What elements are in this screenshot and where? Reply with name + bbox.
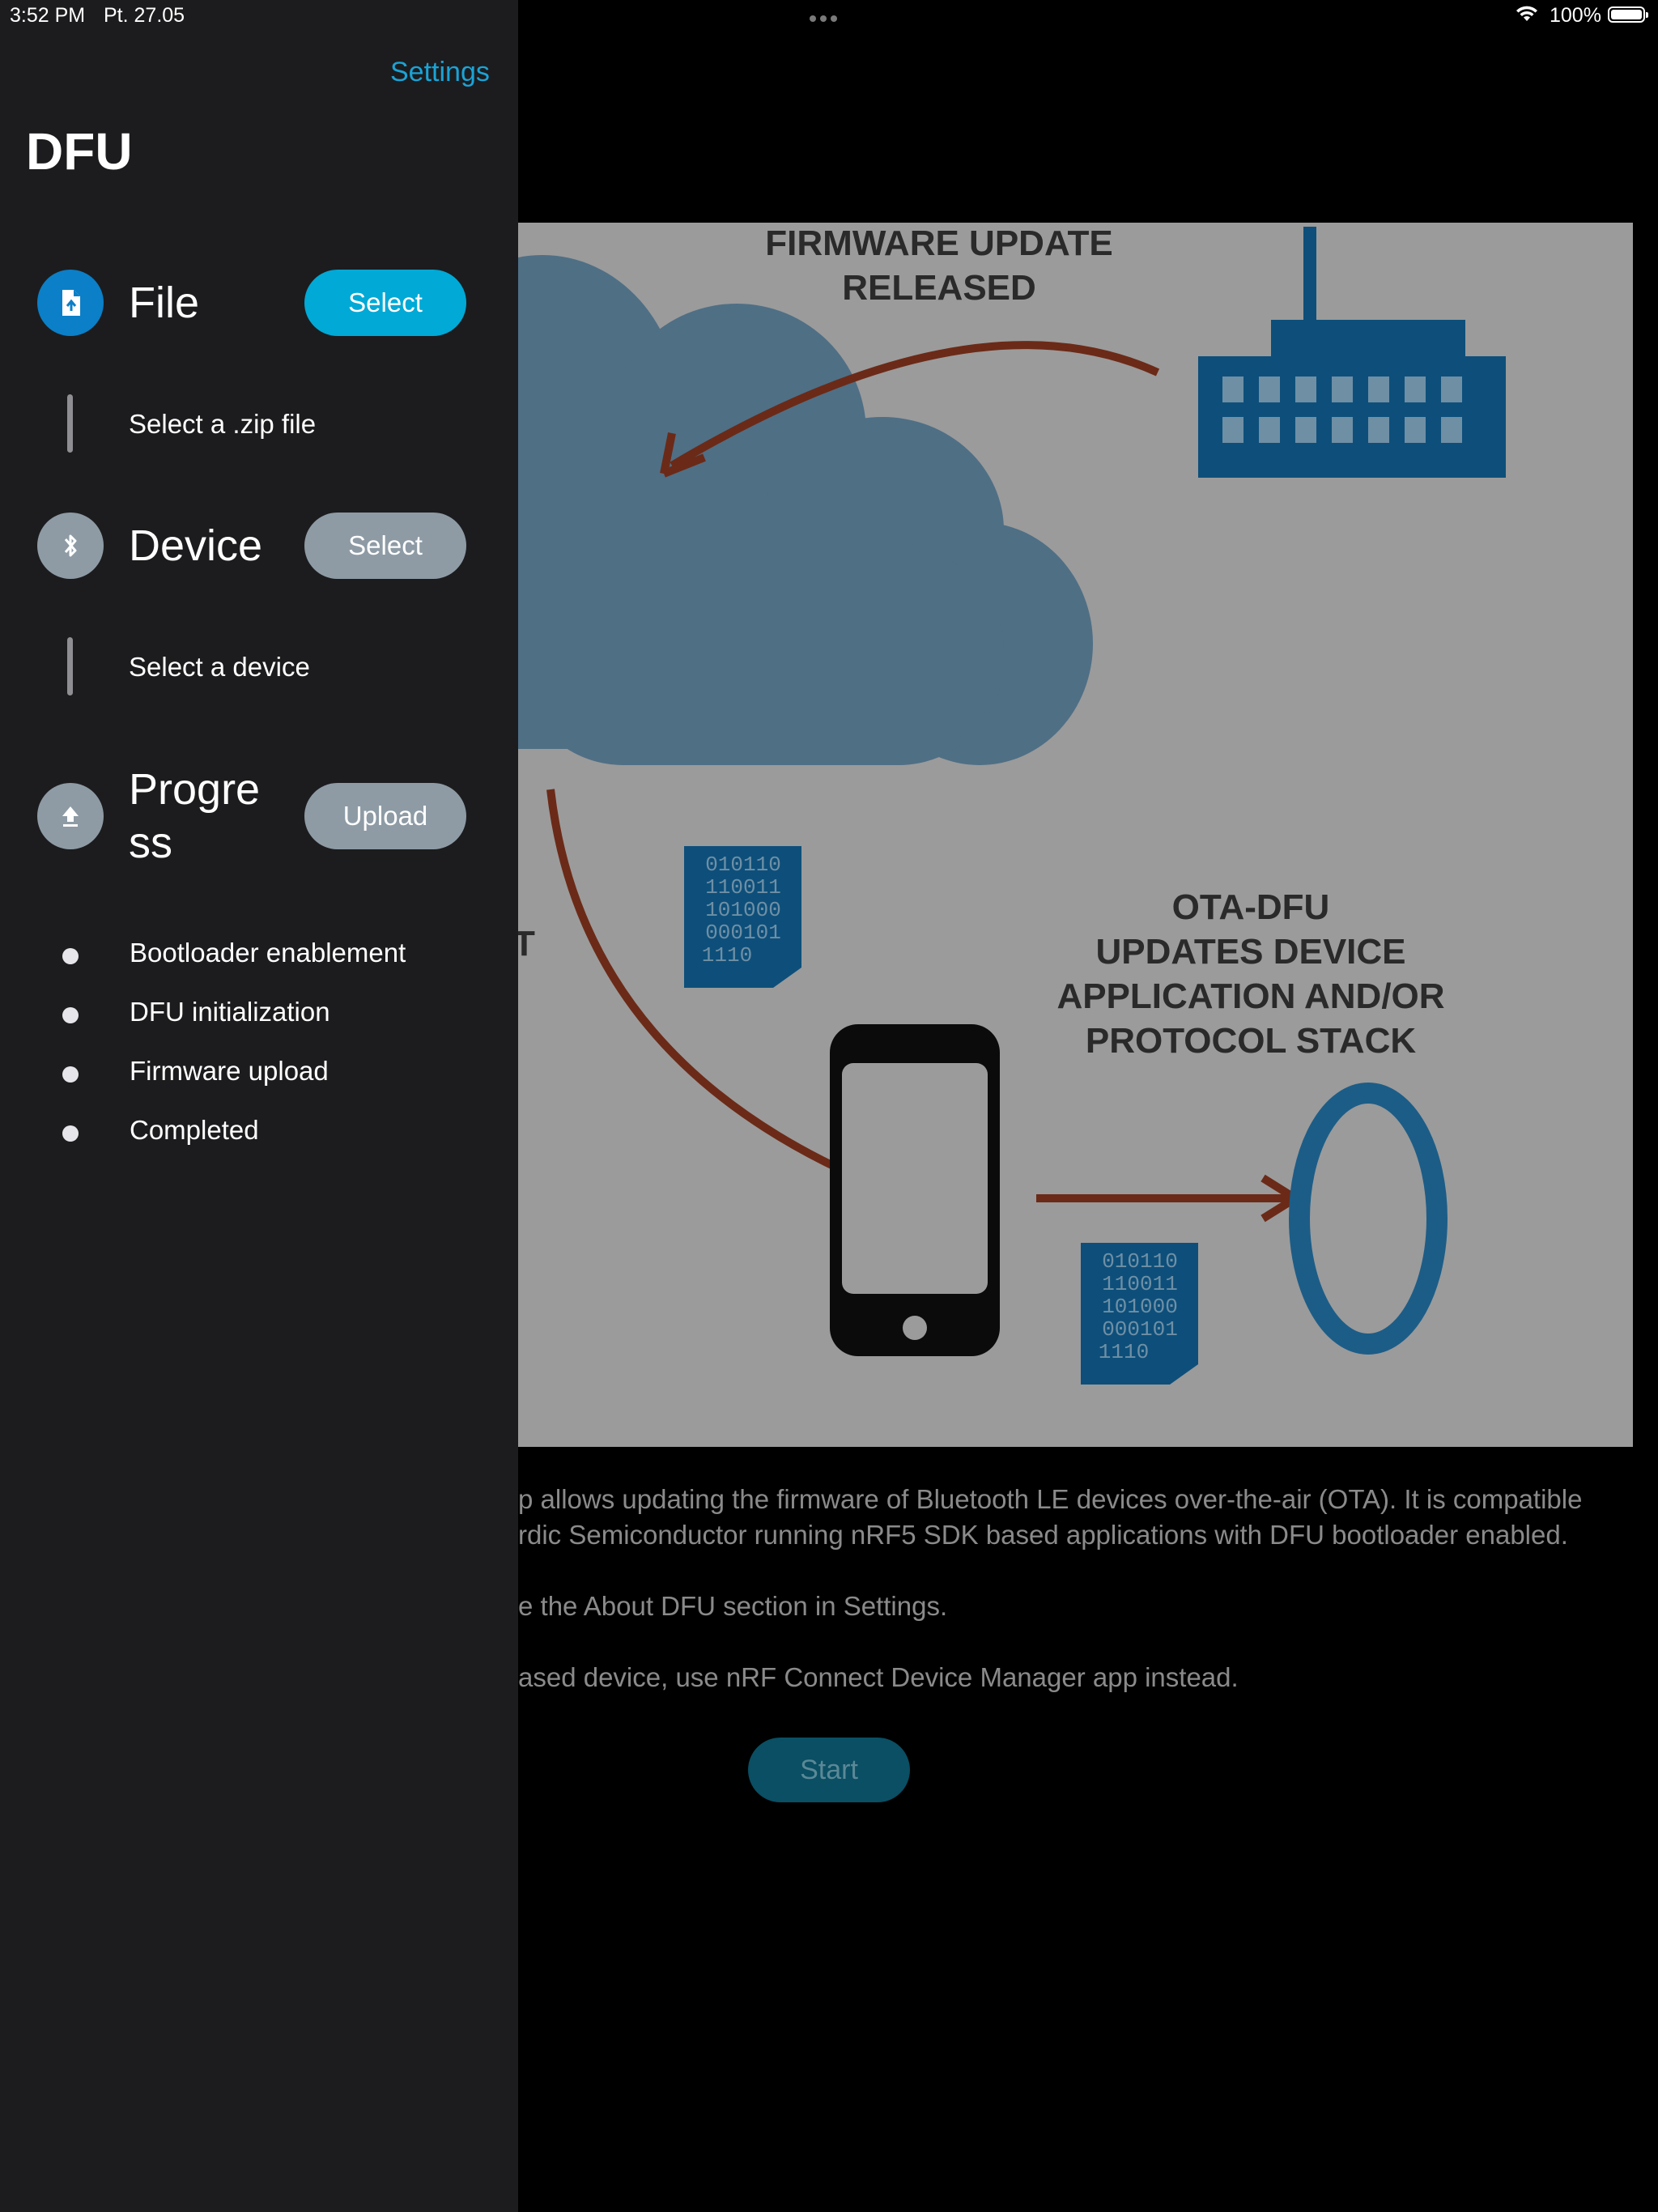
upload-arrow-icon [37, 783, 104, 849]
binary-text-10: 1110 [1099, 1340, 1149, 1364]
file-hint: Select a .zip file [129, 409, 317, 439]
binary-text-8: 101000 [1102, 1295, 1178, 1319]
heading-partial: T [518, 924, 535, 963]
device-divider [67, 637, 73, 696]
progress-step-completed: Completed [130, 1115, 259, 1145]
status-bar: 3:52 PM Pt. 27.05 100% [0, 0, 1658, 32]
binary-text-6: 010110 [1102, 1249, 1178, 1274]
heading-firmware-1: FIRMWARE UPDATE [765, 223, 1112, 263]
progress-step-bootloader: Bootloader enablement [130, 938, 406, 968]
desc-line-2: rdic Semiconductor running nRF5 SDK base… [518, 1520, 1568, 1550]
settings-link[interactable]: Settings [390, 57, 490, 88]
list-item: Completed [0, 1108, 518, 1157]
status-date: Pt. 27.05 [104, 4, 185, 27]
heading-ota-3: APPLICATION AND/OR [1056, 976, 1444, 1016]
binary-file-icon: 010110 110011 101000 000101 1110 [684, 846, 801, 988]
status-dot-icon [62, 1007, 79, 1023]
status-dot-icon [62, 1066, 79, 1083]
multitasking-dots-icon[interactable] [810, 11, 847, 22]
start-button[interactable]: Start [748, 1738, 910, 1802]
binary-text-3: 101000 [705, 898, 781, 922]
battery-percent: 100% [1550, 4, 1601, 27]
battery-icon [1608, 6, 1648, 23]
heading-firmware-2: RELEASED [842, 268, 1036, 308]
description: p allows updating the firmware of Blueto… [518, 1482, 1635, 1731]
binary-text-7: 110011 [1102, 1272, 1178, 1296]
progress-step-firmware-upload: Firmware upload [130, 1056, 329, 1086]
device-select-button[interactable]: Select [304, 513, 466, 579]
binary-text-2: 110011 [705, 875, 781, 900]
file-divider [67, 394, 73, 453]
list-item: Bootloader enablement [0, 931, 518, 980]
desc-line-3: e the About DFU section in Settings. [518, 1591, 948, 1621]
file-select-button[interactable]: Select [304, 270, 466, 336]
heading-ota-4: PROTOCOL STACK [1086, 1021, 1416, 1061]
dfu-side-panel: Settings DFU File Select Select a .zip f… [0, 0, 518, 2212]
upload-button[interactable]: Upload [304, 783, 466, 849]
bluetooth-icon [37, 513, 104, 579]
desc-line-1: p allows updating the firmware of Blueto… [518, 1484, 1583, 1514]
dfu-illustration: 010110 110011 101000 000101 1110 010110 … [518, 223, 1633, 1447]
page-title: DFU [26, 122, 133, 181]
desc-line-4: ased device, use nRF Connect Device Mana… [518, 1662, 1239, 1692]
status-time: 3:52 PM [10, 4, 86, 27]
binary-text-1: 010110 [705, 853, 781, 877]
progress-step-dfu-init: DFU initialization [130, 997, 330, 1027]
status-dot-icon [62, 1125, 79, 1142]
binary-text-5: 1110 [702, 943, 752, 968]
device-step-label: Device [129, 521, 263, 570]
phone-icon [830, 1024, 1000, 1356]
file-step-label: File [129, 279, 200, 327]
progress-step-label-1: Progre [129, 765, 261, 814]
wifi-icon [1516, 6, 1537, 21]
file-upload-icon [37, 270, 104, 336]
progress-step-label-2: ss [129, 819, 172, 867]
dfu-illustration-svg: 010110 110011 101000 000101 1110 010110 … [518, 223, 1633, 1447]
binary-text-9: 000101 [1102, 1317, 1178, 1342]
device-hint: Select a device [129, 652, 310, 682]
binary-text-4: 000101 [705, 921, 781, 945]
heading-ota-2: UPDATES DEVICE [1095, 932, 1405, 972]
binary-file-icon-2: 010110 110011 101000 000101 1110 [1081, 1243, 1198, 1385]
heading-ota-1: OTA-DFU [1172, 887, 1330, 927]
list-item: Firmware upload [0, 1049, 518, 1098]
list-item: DFU initialization [0, 990, 518, 1039]
status-dot-icon [62, 948, 79, 964]
